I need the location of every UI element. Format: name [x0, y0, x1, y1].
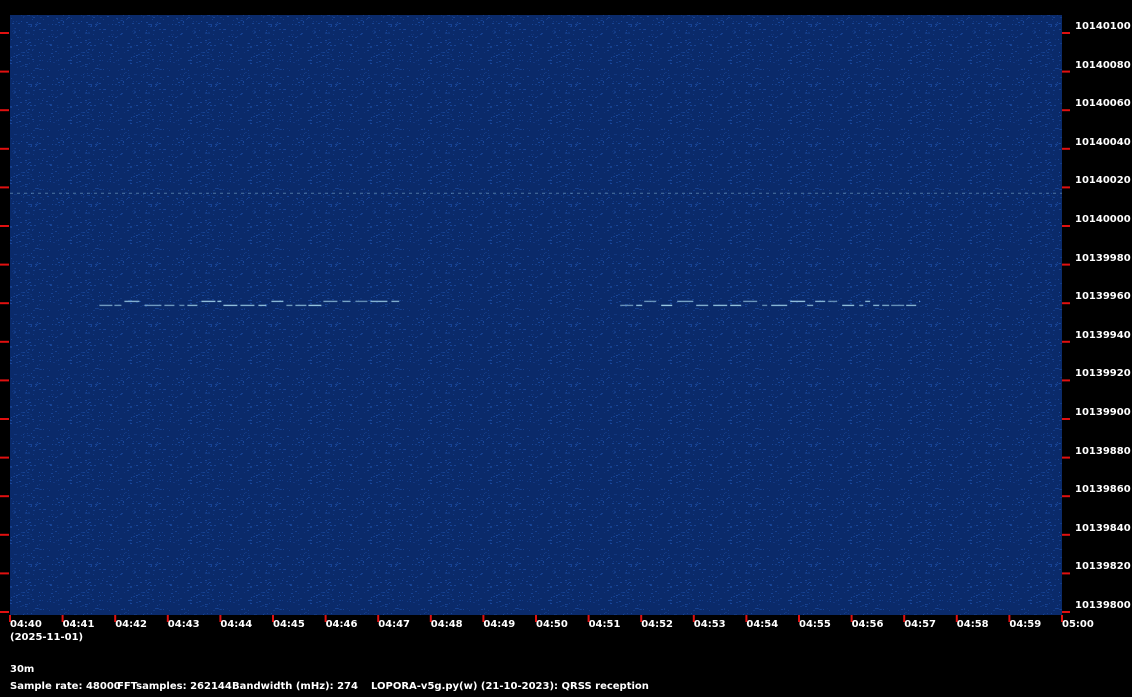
- signal-segment: [201, 300, 216, 303]
- frequency-tick-label: 10139840: [1075, 522, 1131, 534]
- signal-segment: [815, 300, 826, 303]
- frequency-tick-label: 10139960: [1075, 291, 1131, 303]
- signal-segment: [295, 304, 307, 307]
- signal-segment: [114, 304, 122, 307]
- sample-rate-label: Sample rate: 48000: [10, 681, 121, 692]
- time-tick-label: 04:41: [62, 619, 95, 630]
- signal-segment: [240, 304, 255, 307]
- frequency-tick-label: 10140100: [1075, 21, 1131, 32]
- signal-segment: [179, 304, 185, 307]
- time-tick-label: 04:46: [325, 619, 358, 630]
- signal-segment: [919, 300, 920, 303]
- signal-segment: [271, 300, 284, 303]
- signal-segment: [323, 300, 338, 303]
- signal-segment: [124, 300, 140, 303]
- frequency-tick-label: 10140080: [1075, 59, 1131, 71]
- time-tick-label: 04:58: [956, 619, 989, 630]
- signal-segment: [859, 304, 864, 307]
- signal-segment: [807, 304, 814, 307]
- time-tick-label: 04:40: [10, 619, 42, 630]
- signal-segment: [865, 300, 871, 303]
- time-tick-label: 04:57: [904, 619, 937, 630]
- signal-segment: [187, 304, 198, 307]
- band-label: 30m: [10, 664, 35, 675]
- signal-segment: [355, 300, 368, 303]
- time-tick-label: 04:48: [430, 619, 463, 630]
- frequency-tick-label: 10139820: [1075, 561, 1131, 573]
- time-tick-label: 04:51: [588, 619, 621, 630]
- signal-segment: [99, 304, 113, 307]
- time-tick-label: 04:43: [167, 619, 200, 630]
- frequency-tick-label: 10140020: [1075, 175, 1131, 187]
- signal-segment: [223, 304, 238, 307]
- signal-segment: [636, 304, 643, 307]
- signal-segment: [644, 300, 657, 303]
- signal-segment: [882, 304, 890, 307]
- fft-samples-label: FFTsamples: 262144: [117, 681, 232, 692]
- time-tick-label: 04:49: [483, 619, 516, 630]
- time-tick-label: 04:59: [1009, 619, 1042, 630]
- signal-segment: [342, 300, 351, 303]
- software-label: LOPORA-v5g.py(w) (21-10-2023): QRSS rece…: [371, 681, 649, 692]
- frequency-tick-label: 10139940: [1075, 329, 1131, 341]
- signal-segment: [696, 304, 709, 307]
- time-tick-label: 04:54: [746, 619, 779, 630]
- signal-segment: [730, 304, 742, 307]
- signal-segment: [771, 304, 788, 307]
- time-tick-label: 04:44: [220, 619, 253, 630]
- time-tick-label: 04:56: [851, 619, 884, 630]
- signal-segment: [828, 300, 838, 303]
- frequency-tick-label: 10139980: [1075, 252, 1131, 264]
- signal-segment: [762, 304, 768, 307]
- time-tick-label: 04:50: [536, 619, 568, 630]
- signal-segment: [308, 304, 322, 307]
- frequency-tick-label: 10139920: [1075, 368, 1131, 380]
- time-tick-label: 04:53: [693, 619, 726, 630]
- frequency-tick-label: 10139880: [1075, 445, 1131, 457]
- time-tick-label: 04:52: [641, 619, 674, 630]
- signal-segment: [661, 304, 673, 307]
- frequency-tick-label: 10140060: [1075, 98, 1131, 110]
- signal-segment: [713, 304, 728, 307]
- frequency-tick-label: 10139860: [1075, 484, 1131, 496]
- date-label: (2025-11-01): [10, 632, 84, 643]
- signal-segment: [217, 300, 222, 303]
- signal-segment: [391, 300, 400, 303]
- signal-segment: [370, 300, 388, 303]
- signal-segment: [873, 304, 880, 307]
- signal-segment: [743, 300, 758, 303]
- signal-segment: [144, 304, 162, 307]
- waterfall-spectrogram: [0, 15, 1070, 622]
- time-tick-label: 04:42: [115, 619, 148, 630]
- frequency-tick-label: 10139900: [1075, 407, 1131, 418]
- frequency-tick-label: 10140040: [1075, 136, 1131, 148]
- signal-segment: [790, 300, 806, 303]
- waterfall-background: [10, 15, 1062, 615]
- time-tick-label: 04:45: [273, 619, 305, 630]
- signal-segment: [891, 304, 905, 307]
- time-tick-label: 04:55: [799, 619, 831, 630]
- signal-segment: [286, 304, 293, 307]
- signal-segment: [258, 304, 267, 307]
- bandwidth-label: Bandwidth (mHz): 274: [232, 681, 358, 692]
- signal-segment: [677, 300, 694, 303]
- frequency-tick-label: 10139800: [1075, 600, 1131, 611]
- frequency-tick-label: 10140000: [1075, 214, 1131, 225]
- signal-segment: [842, 304, 855, 307]
- time-tick-label: 05:00: [1062, 619, 1094, 630]
- time-tick-label: 04:47: [378, 619, 411, 630]
- signal-segment: [620, 304, 634, 307]
- signal-segment: [164, 304, 175, 307]
- signal-segment: [906, 304, 917, 307]
